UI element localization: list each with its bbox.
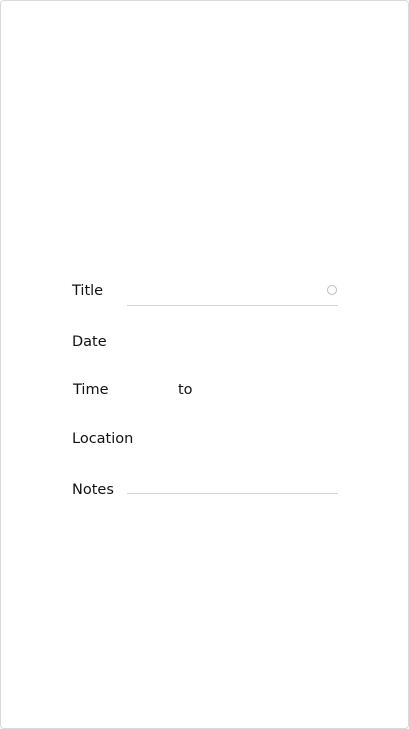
time-end-picker[interactable] xyxy=(205,379,325,401)
notes-label: Notes xyxy=(72,482,114,498)
location-input[interactable] xyxy=(141,428,338,450)
notes-input[interactable] xyxy=(127,471,338,493)
event-form-card: Title Date Time to Location Notes xyxy=(0,0,409,729)
circle-clear-icon[interactable] xyxy=(327,285,337,295)
title-input[interactable] xyxy=(127,281,317,303)
date-picker[interactable] xyxy=(127,331,338,353)
title-label: Title xyxy=(72,283,104,299)
date-label: Date xyxy=(72,334,107,350)
notes-underline xyxy=(127,493,338,494)
time-start-picker[interactable] xyxy=(127,379,171,401)
time-label: Time xyxy=(73,382,109,398)
title-underline xyxy=(127,305,338,306)
location-label: Location xyxy=(72,431,134,447)
time-to-separator: to xyxy=(178,382,193,398)
